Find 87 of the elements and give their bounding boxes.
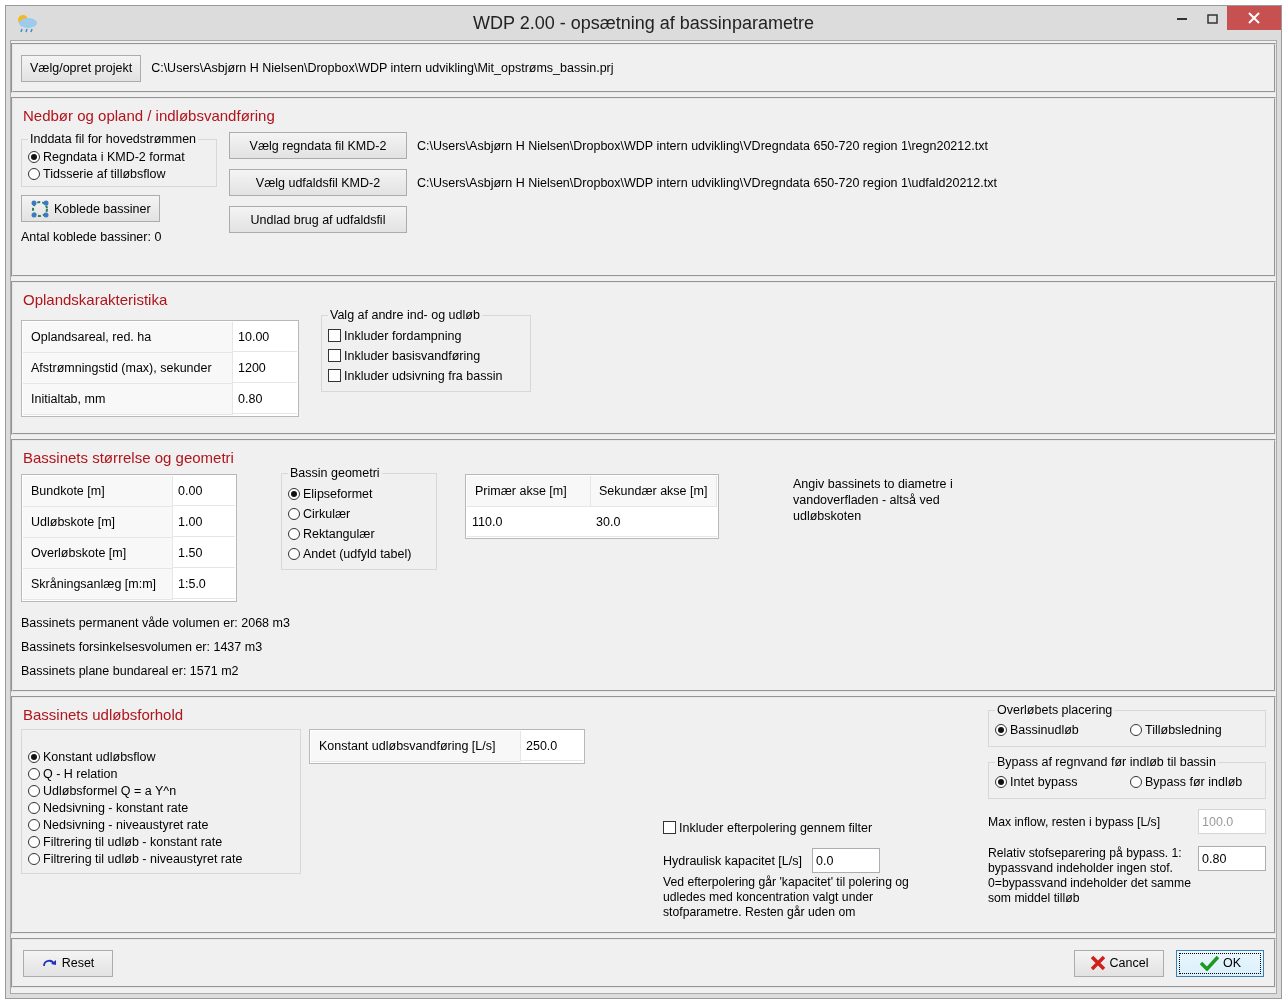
section-heading: Bassinets udløbsforhold — [23, 706, 184, 723]
radio-option[interactable]: Cirkulær — [288, 505, 430, 522]
radio-circle[interactable] — [28, 750, 40, 763]
section-heading: Nedbør og opland / indløbsvandføring — [23, 107, 275, 124]
parameter-label: Skråningsanlæg [m:m] — [23, 569, 173, 600]
field-label: Max inflow, resten i bypass [L/s] — [988, 814, 1161, 829]
radio-circle[interactable] — [28, 835, 40, 848]
column-header: Sekundær akse [m] — [591, 476, 717, 507]
checkbox-option[interactable]: Inkluder udsivning fra bassin — [328, 367, 524, 384]
radio-option[interactable]: Bassinudløb — [995, 721, 1110, 738]
radio-circle[interactable] — [28, 818, 40, 831]
checkmark-icon — [1198, 955, 1219, 971]
radio-option[interactable]: Bypass før indløb — [1130, 773, 1245, 790]
parameter-label: Konstant udløbsvandføring [L/s] — [311, 731, 521, 762]
file-path: C:\Users\Asbjørn H Nielsen\Dropbox\WDP intern udvikling\VDregndata 650-720 region 1\udfald20212.txt — [417, 175, 997, 190]
parameter-label: Initialtab, mm — [23, 384, 233, 415]
filter-note: Ved efterpolering går 'kapacitet' til polering og udledes med koncentration valgt under stofparametre. Resten går uden om — [663, 875, 910, 920]
radio-option[interactable]: Nedsivning - niveaustyret rate — [28, 816, 294, 833]
radio-option[interactable]: Filtrering til udløb - niveaustyret rate — [28, 850, 294, 867]
window-title: WDP 2.00 - opsætning af bassinparametre — [473, 13, 814, 34]
linked-basins-button[interactable]: Koblede bassiner — [21, 195, 160, 222]
field-label: Relativ stofseparering på bypass. 1: bypassvand indeholder ingen stof. 0=bypassvand indeholder det samme som middel tilløb — [988, 846, 1192, 906]
parameter-label: Udløbskote [m] — [23, 507, 173, 538]
section-heading: Oplandskarakteristika — [23, 291, 168, 308]
result-text: Bassinets permanent våde volumen er: 2068 m3 — [21, 616, 290, 630]
project-path: C:\Users\Asbjørn H Nielsen\Dropbox\WDP intern udvikling\Mit_opstrøms_bassin.prj — [151, 61, 614, 75]
ok-button[interactable]: OK — [1176, 949, 1264, 977]
checkbox-option[interactable]: Inkluder efterpolering gennem filter — [663, 819, 933, 836]
radio-circle[interactable] — [995, 775, 1007, 788]
group-title: Bassin geometri — [289, 466, 381, 480]
parameter-label: Overløbskote [m] — [23, 538, 173, 569]
radio-option[interactable]: Tidsserie af tilløbsflow — [28, 165, 210, 182]
file-button[interactable]: Undlad brug af udfaldsfil — [229, 206, 407, 233]
field-label: Hydraulisk kapacitet [L/s] — [663, 853, 802, 868]
group-title: Valg af andre ind- og udløb — [329, 308, 481, 322]
radio-option[interactable]: Filtrering til udløb - konstant rate — [28, 833, 294, 850]
group-title: Bypass af regnvand før indløb til bassin — [996, 755, 1217, 769]
radio-circle[interactable] — [28, 150, 40, 163]
file-button[interactable]: Vælg regndata fil KMD-2 — [229, 132, 407, 159]
radio-circle[interactable] — [288, 507, 300, 520]
maximize-icon[interactable] — [1206, 14, 1218, 24]
radio-option[interactable]: Q - H relation — [28, 765, 294, 782]
radio-option[interactable]: Elipseformet — [288, 485, 430, 502]
geometry-note: Angiv bassinets to diametre i vandoverfladen - altså ved udløbskoten — [793, 476, 954, 524]
radio-option[interactable]: Tilløbsledning — [1130, 721, 1245, 738]
radio-option[interactable]: Andet (udfyld tabel) — [288, 545, 430, 562]
parameter-label: Afstrømningstid (max), sekunder — [23, 353, 233, 384]
linked-count: Antal koblede bassiner: 0 — [21, 230, 163, 244]
radio-circle[interactable] — [288, 547, 300, 560]
radio-circle[interactable] — [1130, 723, 1142, 736]
radio-circle[interactable] — [1130, 775, 1142, 788]
radio-option[interactable]: Regndata i KMD-2 format — [28, 148, 210, 165]
checkbox-option[interactable]: Inkluder basisvandføring — [328, 347, 524, 364]
project-button[interactable]: Vælg/opret projekt — [21, 54, 142, 82]
group-title: Inddata fil for hovedstrømmen — [29, 132, 198, 146]
radio-circle[interactable] — [995, 723, 1007, 736]
file-path: C:\Users\Asbjørn H Nielsen\Dropbox\WDP intern udvikling\VDregndata 650-720 region 1\regn20212.txt — [417, 138, 988, 153]
radio-circle[interactable] — [288, 487, 300, 500]
checkbox-option[interactable]: Inkluder fordampning — [328, 327, 524, 344]
result-text: Bassinets plane bundareal er: 1571 m2 — [21, 664, 239, 678]
radio-circle[interactable] — [28, 801, 40, 814]
radio-circle[interactable] — [28, 852, 40, 865]
radio-circle[interactable] — [28, 167, 40, 180]
reset-button[interactable]: Reset — [23, 949, 113, 977]
linked-nodes-icon — [30, 198, 50, 219]
radio-option[interactable]: Konstant udløbsflow — [28, 748, 294, 765]
close-button[interactable] — [1227, 6, 1281, 30]
column-header: Primær akse [m] — [467, 476, 591, 507]
radio-option[interactable]: Udløbsformel Q = a Y^n — [28, 782, 294, 799]
parameter-label: Bundkote [m] — [23, 476, 173, 507]
section-heading: Bassinets størrelse og geometri — [23, 449, 234, 466]
radio-option[interactable]: Rektangulær — [288, 525, 430, 542]
cancel-button[interactable]: Cancel — [1074, 949, 1164, 977]
radio-option[interactable]: Nedsivning - konstant rate — [28, 799, 294, 816]
radio-circle[interactable] — [28, 784, 40, 797]
separation-field[interactable]: 0.80 — [1198, 846, 1266, 871]
radio-option[interactable]: Intet bypass — [995, 773, 1110, 790]
result-text: Bassinets forsinkelsesvolumen er: 1437 m3 — [21, 640, 263, 654]
close-icon — [1248, 12, 1260, 24]
radio-circle[interactable] — [28, 767, 40, 780]
parameter-label: Oplandsareal, red. ha — [23, 322, 233, 353]
file-button[interactable]: Vælg udfaldsfil KMD-2 — [229, 169, 407, 196]
radio-circle[interactable] — [288, 527, 300, 540]
redo-icon — [41, 957, 58, 969]
group-title: Overløbets placering — [996, 703, 1114, 717]
capacity-field[interactable]: 0.0 — [811, 848, 880, 873]
cross-icon — [1089, 955, 1106, 971]
